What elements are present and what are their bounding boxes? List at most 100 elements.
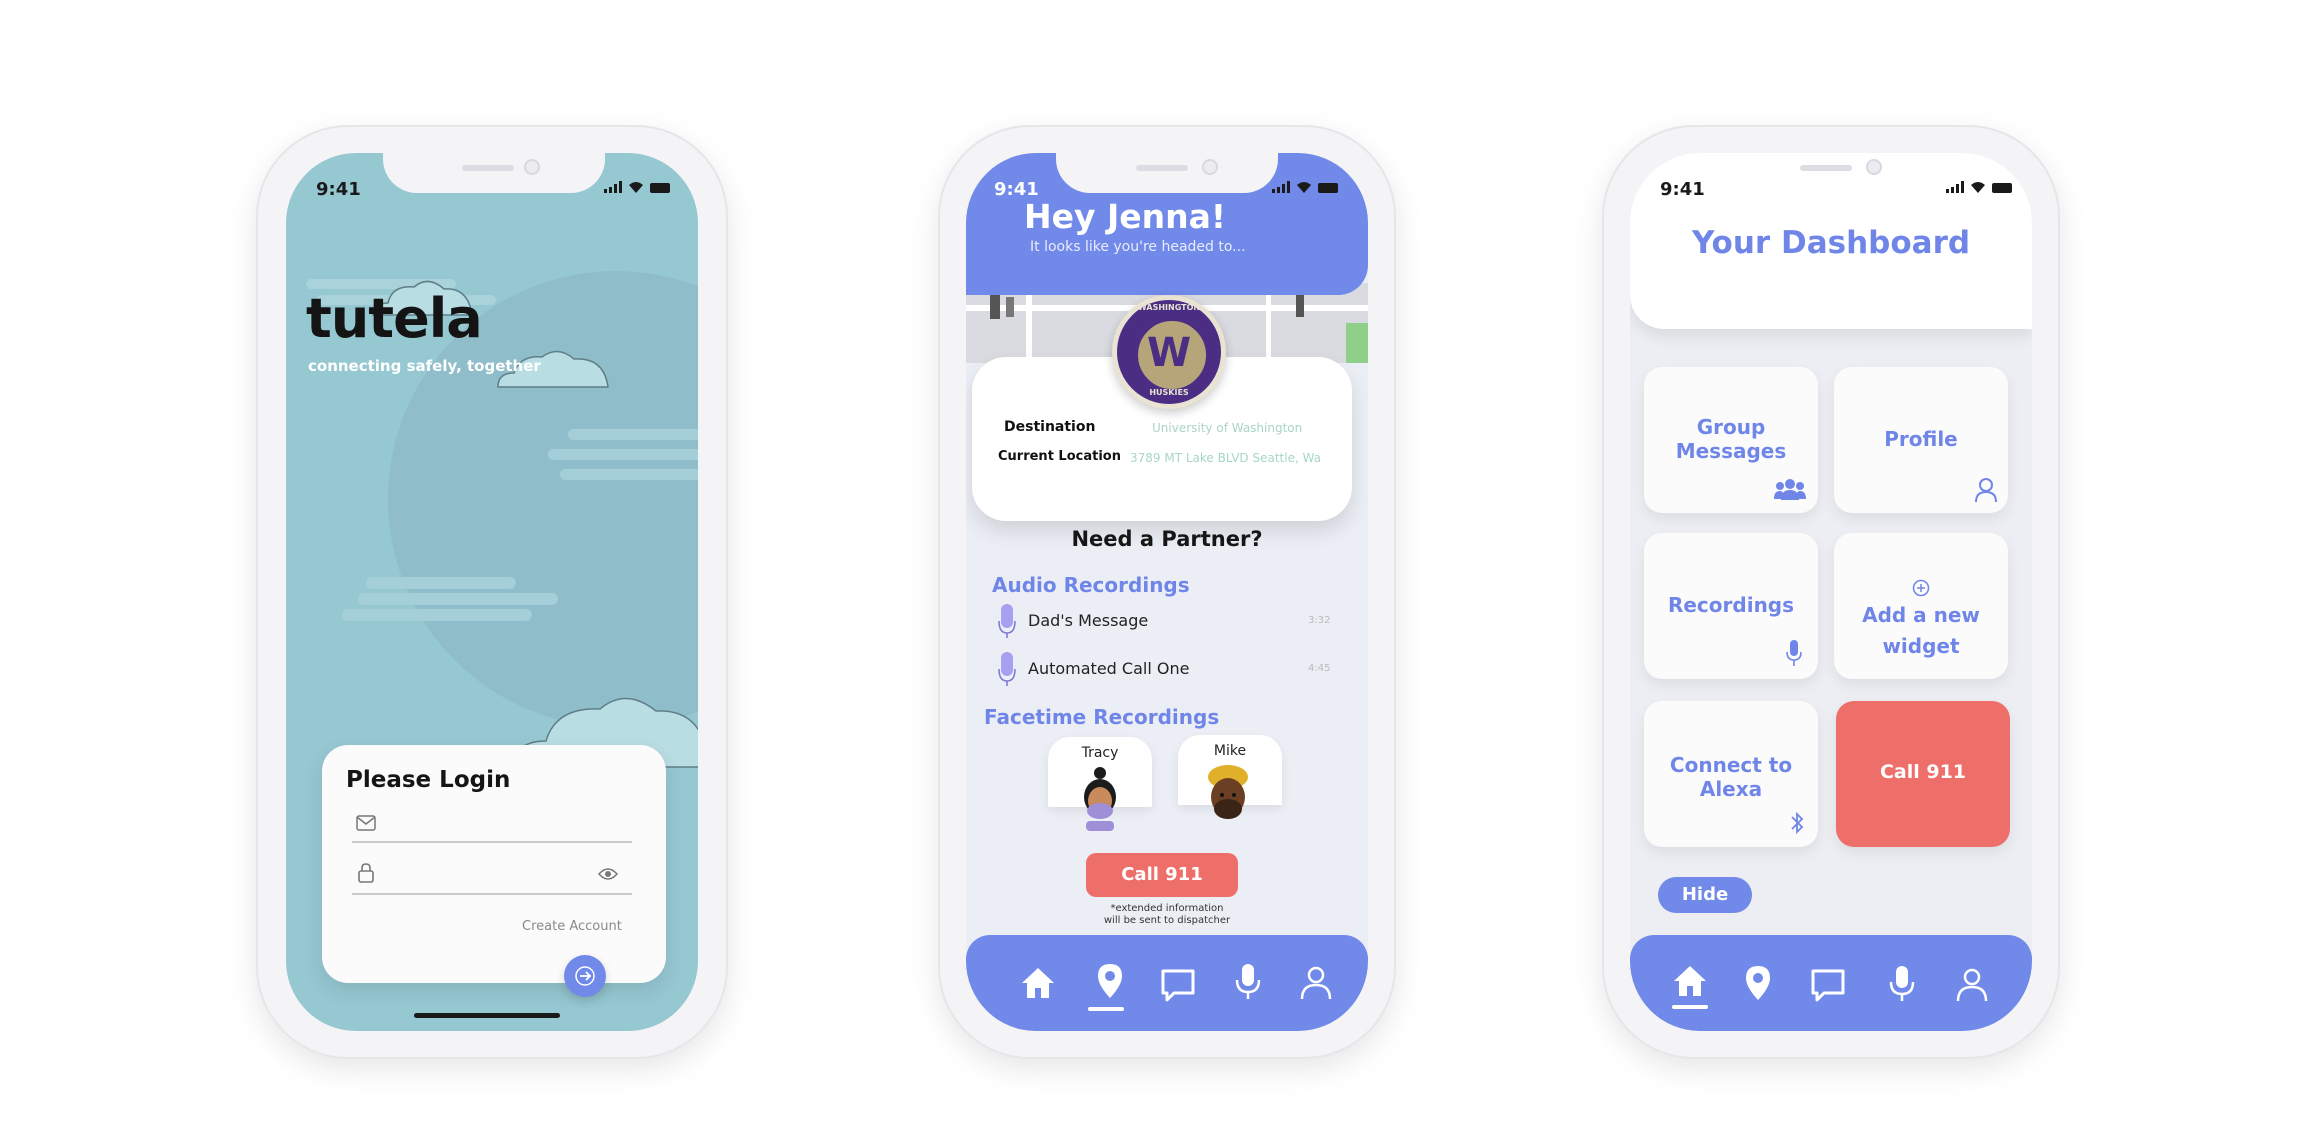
call-911-button[interactable]: Call 911: [1086, 853, 1238, 897]
microphone-icon[interactable]: [1228, 961, 1268, 1001]
battery-icon: [650, 183, 670, 193]
eye-icon[interactable]: [598, 867, 618, 881]
destination-value: University of Washington: [1152, 421, 1303, 435]
login-screen: 9:41 tutela connecting safely, together …: [286, 153, 698, 1031]
nav-active-indicator: [1088, 1007, 1124, 1011]
facetime-recording-tracy[interactable]: Tracy: [1048, 737, 1152, 831]
badge-top-text: WASHINGTON: [1137, 303, 1201, 312]
map-park: [1346, 323, 1368, 363]
cloud-streak: [560, 469, 698, 480]
cloud-streak: [358, 593, 558, 605]
group-icon: [1774, 479, 1806, 500]
tile-label: Add a new: [1862, 603, 1980, 627]
notch: [1720, 153, 1942, 193]
list-item[interactable]: Automated Call One 4:45: [986, 649, 1346, 691]
recording-name: Dad's Message: [1028, 611, 1149, 630]
lock-icon: [358, 863, 374, 883]
recording-duration: 3:32: [1308, 615, 1331, 626]
hide-button[interactable]: Hide: [1658, 877, 1752, 913]
dashboard-title: Your Dashboard: [1691, 225, 1971, 261]
current-location-label: Current Location: [998, 449, 1121, 464]
arrow-right-icon: [575, 966, 595, 986]
cloud-streak: [342, 609, 532, 621]
recordings-tile[interactable]: Recordings: [1644, 533, 1818, 679]
tile-label: Call 911: [1879, 761, 1967, 783]
login-title: Please Login: [346, 767, 511, 793]
battery-icon: [1318, 183, 1338, 193]
tile-label: Recordings: [1667, 593, 1795, 617]
location-pin-icon[interactable]: [1090, 961, 1130, 1001]
connect-alexa-tile[interactable]: Connect to Alexa: [1644, 701, 1818, 847]
signal-icon: [1272, 181, 1290, 193]
avatar: [1208, 765, 1248, 819]
person-icon[interactable]: [1296, 963, 1336, 1003]
tile-label: Profile: [1884, 427, 1958, 451]
dashboard-screen: 9:41 Your Dashboard Group Messages Profi…: [1630, 153, 2032, 1031]
home-icon[interactable]: [1670, 961, 1710, 1001]
map-block: [1006, 297, 1014, 317]
tile-label: Group: [1696, 415, 1766, 439]
status-icons: [604, 181, 670, 193]
speaker: [1136, 165, 1188, 171]
speaker: [462, 165, 514, 171]
home-indicator[interactable]: [414, 1013, 560, 1018]
status-time: 9:41: [1660, 179, 1705, 200]
camera: [1202, 159, 1218, 175]
person-icon[interactable]: [1952, 965, 1992, 1005]
microphone-icon: [998, 652, 1016, 686]
profile-tile[interactable]: Profile: [1834, 367, 2008, 513]
microphone-icon[interactable]: [1882, 963, 1922, 1003]
facetime-name: Mike: [1213, 743, 1247, 759]
login-card: Please Login Create Account: [322, 745, 666, 983]
password-underline: [352, 893, 632, 895]
phone-login: 9:41 tutela connecting safely, together …: [256, 125, 728, 1059]
facetime-recordings-title: Facetime Recordings: [984, 705, 1220, 729]
tile-label: Alexa: [1699, 777, 1763, 801]
partner-prompt[interactable]: Need a Partner?: [966, 527, 1368, 551]
add-widget-tile[interactable]: Add a new widget: [1834, 533, 2008, 679]
microphone-icon: [998, 604, 1016, 638]
nav-active-indicator: [1672, 1005, 1708, 1009]
location-pin-icon[interactable]: [1738, 963, 1778, 1003]
badge-bottom-text: HUSKIES: [1149, 388, 1189, 397]
cloud-streak: [366, 577, 516, 589]
plus-circle-icon: [1912, 579, 1930, 597]
signal-icon: [604, 181, 622, 193]
password-field[interactable]: [352, 859, 632, 897]
notch: [383, 153, 605, 193]
chat-icon[interactable]: [1158, 965, 1198, 1005]
home-icon[interactable]: [1018, 963, 1058, 1003]
chat-icon[interactable]: [1808, 965, 1848, 1005]
wifi-icon: [629, 182, 643, 193]
submit-button[interactable]: [564, 955, 606, 997]
cloud-streak: [568, 429, 698, 440]
tile-label: Connect to: [1669, 753, 1793, 777]
status-icons: [1272, 181, 1338, 193]
battery-icon: [1992, 183, 2012, 193]
current-location-value: 3789 MT Lake BLVD Seattle, Wa: [1130, 451, 1322, 465]
audio-recordings-title: Audio Recordings: [992, 573, 1190, 597]
recording-duration: 4:45: [1308, 663, 1331, 674]
camera: [1866, 159, 1882, 175]
phone-dashboard: 9:41 Your Dashboard Group Messages Profi…: [1602, 125, 2060, 1059]
greeting-title: Hey Jenna!: [1024, 197, 1226, 236]
dispatcher-footnote-line2: will be sent to dispatcher: [1103, 915, 1231, 926]
tile-label: Messages: [1675, 439, 1787, 463]
envelope-icon: [356, 815, 376, 831]
app-tagline: connecting safely, together: [308, 357, 541, 375]
create-account-link[interactable]: Create Account: [522, 919, 622, 934]
email-underline: [352, 841, 632, 843]
call-911-tile[interactable]: Call 911: [1836, 701, 2010, 847]
status-icons: [1946, 181, 2012, 193]
speaker: [1800, 165, 1852, 171]
location-screen: 9:41 Hey Jenna! It looks like you're hea…: [966, 153, 1368, 1031]
phone-location: 9:41 Hey Jenna! It looks like you're hea…: [938, 125, 1396, 1059]
cloud-streak: [548, 449, 698, 460]
facetime-recording-mike[interactable]: Mike: [1178, 735, 1282, 819]
email-field[interactable]: [352, 809, 632, 845]
group-messages-tile[interactable]: Group Messages: [1644, 367, 1818, 513]
list-item[interactable]: Dad's Message 3:32: [986, 601, 1346, 643]
tile-label: widget: [1882, 634, 1960, 658]
status-time: 9:41: [316, 179, 361, 200]
destination-label: Destination: [1004, 419, 1096, 435]
